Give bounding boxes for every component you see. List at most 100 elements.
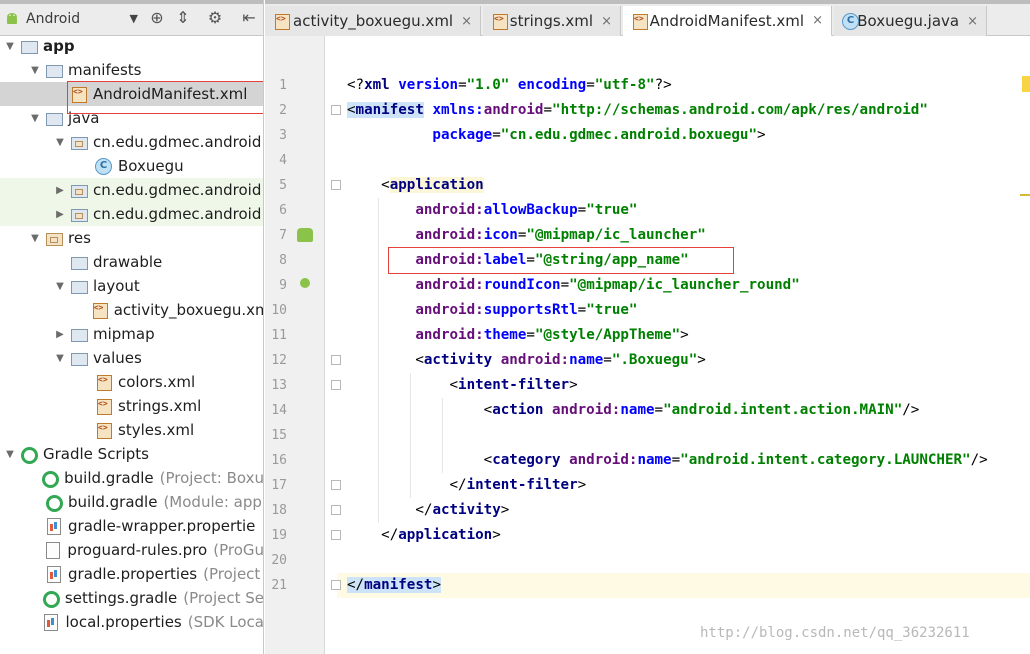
tree-item[interactable]: ▶AndroidManifest.xml [0,82,263,106]
chevron-down-icon[interactable]: ▼ [29,233,41,244]
code-line[interactable]: android:theme="@style/AppTheme"> [347,323,688,348]
fold-toggle-icon[interactable] [331,180,341,190]
editor-tab[interactable]: activity_boxuegu.xml × [265,6,481,36]
fold-toggle-icon[interactable] [331,530,341,540]
chevron-down-icon[interactable]: ▼ [4,41,16,52]
chevron-right-icon[interactable]: ▶ [54,209,66,220]
tree-item[interactable]: ▶build.gradle(Module: app [0,490,263,514]
android-icon[interactable] [297,228,313,242]
gradle-script-icon [45,494,63,512]
tree-item[interactable]: ▼ java [0,106,263,130]
tree-item[interactable]: ▶colors.xml [0,370,263,394]
tree-item-label: proguard-rules.pro [67,541,208,559]
chevron-down-icon[interactable]: ▼ [54,137,66,148]
fold-toggle-icon[interactable] [331,355,341,365]
tree-item[interactable]: ▶strings.xml [0,394,263,418]
tree-item[interactable]: ▶ cn.edu.gdmec.android [0,178,263,202]
chevron-right-icon[interactable]: ▶ [54,185,66,196]
code-line[interactable]: android:label="@string/app_name" [347,248,688,273]
toolbar-top-strip [0,0,263,4]
close-icon[interactable]: × [812,13,823,28]
code-token: > [577,477,587,493]
tree-item[interactable]: ▶Boxuegu [0,154,263,178]
code-token: "@mipmap/ic_launcher_round" [569,277,800,293]
tree-item[interactable]: ▶local.properties(SDK Loca [0,610,263,634]
android-icon[interactable] [300,278,310,288]
line-number: 4 [279,153,287,168]
chevron-down-icon[interactable]: ▼ [29,113,41,124]
code-line[interactable]: package="cn.edu.gdmec.android.boxuegu"> [347,123,765,148]
code-token: android: [415,202,484,218]
project-view-selector[interactable]: Android ▼ [4,8,140,30]
close-icon[interactable]: × [461,14,472,29]
tree-item[interactable]: ▼ cn.edu.gdmec.android [0,130,263,154]
tree-item[interactable]: ▼ manifests [0,58,263,82]
fold-toggle-icon[interactable] [331,580,341,590]
code-line[interactable]: <manifest xmlns:android="http://schemas.… [347,98,928,123]
hide-panel-icon[interactable]: ⇤ [240,9,258,27]
code-token: = [577,302,587,318]
chevron-right-icon[interactable]: ▶ [54,329,66,340]
tree-item[interactable]: ▶styles.xml [0,418,263,442]
fold-toggle-icon[interactable] [331,380,341,390]
tree-item[interactable]: ▶activity_boxuegu.xml [0,298,263,322]
tree-item[interactable]: ▶drawable [0,250,263,274]
editor-tab[interactable]: AndroidManifest.xml × [623,6,832,37]
code-line[interactable]: </application> [347,523,501,548]
tree-item[interactable]: ▶settings.gradle(Project Se [0,586,263,610]
editor-tab[interactable]: strings.xml × [483,6,621,36]
code-line[interactable]: </manifest> [347,573,441,598]
tree-item[interactable]: ▶ cn.edu.gdmec.android [0,202,263,226]
code-line[interactable]: <application [347,173,484,198]
code-line[interactable]: <category android:name="android.intent.c… [347,448,988,473]
code-line[interactable]: android:allowBackup="true" [347,198,637,223]
tree-item-label: build.gradle [68,493,158,511]
gear-icon[interactable]: ⚙ [206,9,224,27]
properties-file-icon [45,566,63,583]
target-icon[interactable]: ⊕ [148,9,166,27]
close-icon[interactable]: × [601,14,612,29]
code-line[interactable]: <intent-filter> [347,373,578,398]
chevron-down-icon[interactable]: ▼ [54,353,66,364]
tree-item[interactable]: ▼ layout [0,274,263,298]
code-line[interactable]: <activity android:name=".Boxuegu"> [347,348,705,373]
tree-item-label: app [43,37,75,55]
chevron-down-icon[interactable]: ▼ [54,281,66,292]
project-toolbar: Android ▼ ⊕ ⇕ ⚙ ⇤ [0,0,263,36]
xml-file-icon [631,13,648,30]
editor-tab[interactable]: Boxuegu.java × [834,6,987,36]
code-line[interactable]: android:roundIcon="@mipmap/ic_launcher_r… [347,273,800,298]
error-stripe-marker[interactable] [1020,194,1030,196]
fold-toggle-icon[interactable] [331,105,341,115]
tree-item[interactable]: ▼ app [0,34,263,58]
tree-item[interactable]: ▶gradle.properties(Project [0,562,263,586]
tree-item[interactable]: ▶ mipmap [0,322,263,346]
code-line[interactable]: </activity> [347,498,509,523]
tree-item[interactable]: ▶gradle-wrapper.propertie [0,514,263,538]
code-line[interactable]: </intent-filter> [347,473,587,498]
tree-item[interactable]: ▼ res [0,226,263,250]
code-editor[interactable]: 1 2 3 4 5 6 7 8 9 10 11 12 13 14 15 16 17 18 19 20 21 <?xml … [265,36,1030,654]
code-token: roundIcon [483,277,561,293]
tree-item[interactable]: ▶build.gradle(Project: Boxu [0,466,263,490]
line-number-gutter: 1 2 3 4 5 6 7 8 9 10 11 12 13 14 15 16 17 18 19 20 21 [265,36,325,654]
tree-item[interactable]: ▶proguard-rules.pro(ProGu [0,538,263,562]
chevron-down-icon[interactable]: ▼ [29,65,41,76]
chevron-down-icon[interactable]: ▼ [4,449,16,460]
code-line[interactable]: android:supportsRtl="true" [347,298,637,323]
code-line[interactable]: <?xml version="1.0" encoding="utf-8"?> [347,73,672,98]
code-line[interactable]: <action android:name="android.intent.act… [347,398,920,423]
fold-toggle-icon[interactable] [331,480,341,490]
tree-item[interactable]: ▼ Gradle Scripts [0,442,263,466]
code-line[interactable]: android:icon="@mipmap/ic_launcher" [347,223,705,248]
close-icon[interactable]: × [967,14,978,29]
error-stripe-marker[interactable] [1022,76,1030,92]
tree-item[interactable]: ▼ values [0,346,263,370]
line-number: 20 [271,553,287,568]
code-token: android: [415,327,484,343]
code-token: android [483,102,544,118]
collapse-all-icon[interactable]: ⇕ [174,9,192,27]
fold-toggle-icon[interactable] [331,505,341,515]
